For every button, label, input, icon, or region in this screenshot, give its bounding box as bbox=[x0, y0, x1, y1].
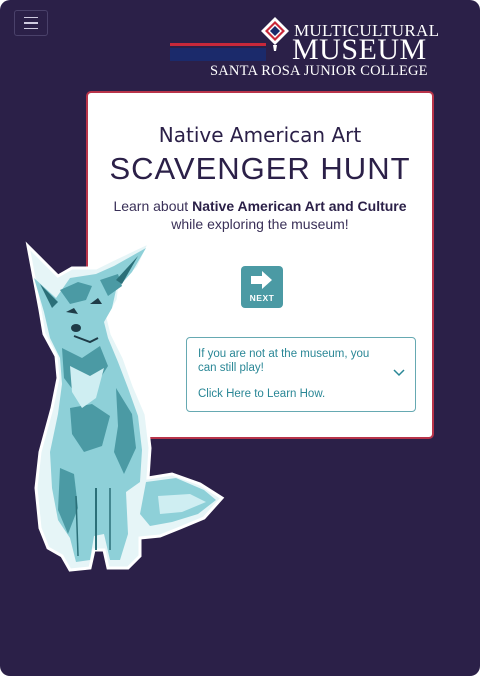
app-screen: MULTICULTURAL MUSEUM SANTA ROSA JUNIOR C… bbox=[0, 0, 480, 676]
logo-navy-stripe bbox=[170, 48, 266, 61]
desc-bold: Native American Art and Culture bbox=[192, 198, 407, 214]
hamburger-icon-line bbox=[24, 16, 38, 19]
next-label: NEXT bbox=[249, 293, 275, 303]
coyote-illustration bbox=[25, 238, 225, 572]
hamburger-icon-line bbox=[24, 27, 38, 30]
logo-line-2: MUSEUM bbox=[292, 33, 427, 66]
desc-suffix: while exploring the museum! bbox=[171, 216, 349, 232]
logo-line-3: SANTA ROSA JUNIOR COLLEGE bbox=[210, 63, 428, 79]
card-title: SCAVENGER HUNT bbox=[109, 151, 411, 186]
next-button[interactable]: NEXT bbox=[241, 266, 283, 308]
menu-button[interactable] bbox=[14, 10, 48, 36]
hamburger-icon-line bbox=[24, 22, 38, 24]
arrow-right-icon bbox=[251, 271, 272, 289]
card-description: Learn about Native American Art and Cult… bbox=[88, 197, 432, 233]
logo-red-stripe bbox=[170, 43, 266, 46]
desc-prefix: Learn about bbox=[113, 198, 193, 214]
chevron-down-icon bbox=[393, 369, 405, 377]
logo-emblem-icon bbox=[261, 17, 289, 51]
card-subtitle: Native American Art bbox=[158, 123, 362, 147]
